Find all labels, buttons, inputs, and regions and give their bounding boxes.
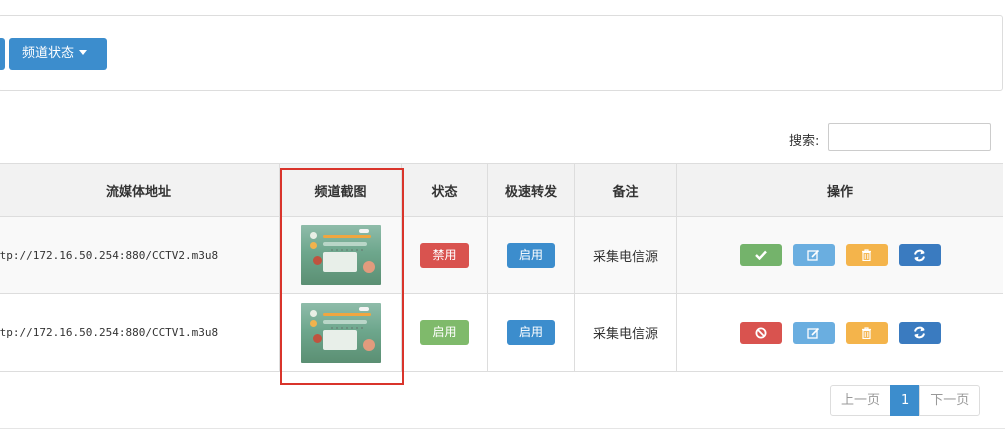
search-label: 搜索:	[789, 134, 820, 149]
status-cell: 启用	[402, 294, 488, 371]
pagination: 上一页 1 下一页	[830, 385, 981, 416]
column-header-screenshot[interactable]: 频道截图	[280, 164, 402, 216]
trash-icon	[862, 326, 871, 339]
caret-down-icon	[79, 50, 88, 55]
thumbnail-shape	[362, 261, 375, 273]
thumbnail-shape	[309, 319, 317, 327]
thumbnail-shape	[322, 329, 357, 350]
thumbnail-shape	[330, 326, 365, 329]
thumbnail-shape	[358, 306, 369, 311]
refresh-button[interactable]	[898, 321, 941, 344]
refresh-icon	[914, 249, 925, 261]
ban-icon	[755, 327, 766, 338]
stream-url: ttp://172.16.50.254:880/CCTV2.m3u8	[0, 248, 219, 262]
prev-page-button[interactable]: 上一页	[830, 385, 892, 416]
column-header-fast-forward[interactable]: 极速转发	[488, 164, 575, 216]
refresh-button[interactable]	[898, 244, 941, 266]
delete-button[interactable]	[845, 321, 888, 344]
status-cell: 禁用	[402, 217, 488, 293]
thumbnail-shape	[309, 309, 317, 317]
toolbar-panel	[0, 15, 1003, 91]
thumbnail-shape	[358, 229, 369, 233]
refresh-icon	[914, 326, 925, 339]
channel-status-dropdown-button[interactable]: 频道状态	[9, 38, 107, 70]
divider	[0, 428, 1005, 429]
column-header-status[interactable]: 状态	[402, 164, 488, 216]
actions-cell	[677, 217, 1003, 293]
search-input[interactable]	[828, 123, 991, 151]
thumbnail-shape	[322, 319, 367, 324]
page-1-button[interactable]: 1	[890, 385, 921, 416]
thumbnail-shape	[312, 333, 322, 343]
approve-button[interactable]	[739, 244, 782, 266]
fast-forward-enable-button[interactable]: 启用	[506, 242, 555, 268]
edit-button[interactable]	[792, 244, 835, 266]
delete-button[interactable]	[845, 244, 888, 266]
note-text: 采集电信源	[592, 327, 658, 342]
thumbnail-shape	[322, 312, 371, 316]
screenshot-cell	[280, 294, 402, 371]
thumbnail-shape	[330, 249, 365, 251]
url-cell: ttp://172.16.50.254:880/CCTV1.m3u8	[0, 294, 280, 371]
column-header-actions: 操作	[826, 184, 853, 200]
thumbnail-shape	[322, 235, 371, 238]
thumbnail-shape	[309, 242, 317, 249]
stream-url: ttp://172.16.50.254:880/CCTV1.m3u8	[0, 326, 219, 339]
table-row: ttp://172.16.50.254:880/CCTV2.m3u8 禁用 启用…	[0, 217, 1003, 294]
note-text: 采集电信源	[592, 249, 658, 265]
actions-cell	[677, 294, 1003, 371]
enable-button[interactable]: 启用	[420, 320, 469, 345]
block-button[interactable]	[739, 321, 782, 344]
thumbnail-shape	[309, 232, 317, 239]
edit-icon	[807, 327, 820, 339]
url-cell: ttp://172.16.50.254:880/CCTV2.m3u8	[0, 217, 280, 293]
channel-status-label: 频道状态	[22, 46, 75, 61]
check-icon	[754, 250, 767, 260]
fast-forward-cell: 启用	[488, 294, 575, 371]
edit-button[interactable]	[792, 321, 835, 344]
channel-screenshot-thumbnail[interactable]	[300, 225, 381, 285]
thumbnail-shape	[322, 252, 357, 272]
column-header-url[interactable]: 流媒体地址	[0, 164, 280, 216]
toolbar-left-button[interactable]	[0, 38, 5, 70]
thumbnail-shape	[312, 256, 322, 265]
fast-forward-enable-button[interactable]: 启用	[506, 320, 555, 345]
note-cell: 采集电信源	[575, 294, 677, 371]
edit-icon	[807, 249, 820, 261]
thumbnail-shape	[362, 338, 375, 351]
screenshot-cell	[280, 217, 402, 293]
next-page-button[interactable]: 下一页	[919, 385, 981, 416]
trash-icon	[862, 249, 871, 261]
disable-button[interactable]: 禁用	[420, 242, 469, 268]
column-header-note[interactable]: 备注	[575, 164, 677, 216]
fast-forward-cell: 启用	[488, 217, 575, 293]
note-cell: 采集电信源	[575, 217, 677, 293]
thumbnail-shape	[322, 242, 367, 246]
table-header-row: 流媒体地址 频道截图 状态 极速转发 备注 操作	[0, 163, 1003, 217]
channel-screenshot-thumbnail[interactable]	[300, 302, 381, 363]
table-row: ttp://172.16.50.254:880/CCTV1.m3u8 启用 启用…	[0, 294, 1003, 372]
